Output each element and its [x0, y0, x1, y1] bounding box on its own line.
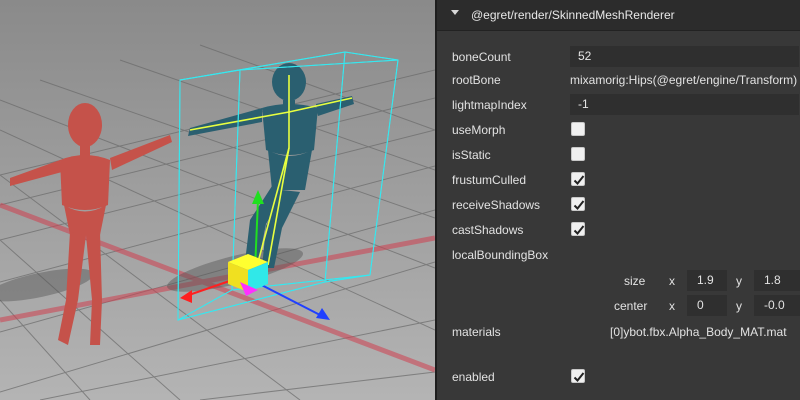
frustumculled-label: frustumCulled — [452, 173, 527, 187]
checkmark-icon — [573, 200, 585, 210]
receiveshadows-label: receiveShadows — [452, 198, 541, 212]
prop-localboundingbox: localBoundingBox — [437, 243, 800, 267]
prop-receiveshadows: receiveShadows — [437, 193, 800, 217]
triangle-down-icon[interactable] — [451, 10, 459, 15]
usemorph-checkbox[interactable] — [571, 122, 585, 136]
bbox-center-x-label: x — [669, 299, 675, 313]
materials-label: materials — [452, 325, 501, 339]
bbox-center-row: center x 0 y -0.0 — [437, 294, 800, 318]
bonecount-label: boneCount — [452, 50, 511, 64]
scene-render — [0, 0, 435, 400]
scene-viewport[interactable] — [0, 0, 435, 400]
prop-usemorph: useMorph — [437, 118, 800, 142]
inspector-panel: @egret/render/SkinnedMeshRenderer boneCo… — [437, 0, 800, 400]
component-title: @egret/render/SkinnedMeshRenderer — [471, 8, 675, 22]
prop-castshadows: castShadows — [437, 218, 800, 242]
bbox-size-y-label: y — [736, 274, 742, 288]
bbox-size-x-field[interactable]: 1.9 — [687, 270, 727, 291]
rootbone-label: rootBone — [452, 73, 501, 87]
usemorph-label: useMorph — [452, 123, 506, 137]
prop-frustumculled: frustumCulled — [437, 168, 800, 192]
rootbone-value[interactable]: mixamorig:Hips(@egret/engine/Transform) — [570, 73, 800, 87]
checkmark-icon — [573, 175, 585, 185]
materials-value[interactable]: [0]ybot.fbx.Alpha_Body_MAT.mat — [610, 325, 800, 339]
enabled-checkbox[interactable] — [571, 369, 585, 383]
checkmark-icon — [573, 225, 585, 235]
bbox-center-y-field[interactable]: -0.0 — [754, 295, 800, 316]
checkmark-icon — [573, 372, 585, 382]
bbox-size-row: size x 1.9 y 1.8 — [437, 269, 800, 293]
receiveshadows-checkbox[interactable] — [571, 197, 585, 211]
component-header[interactable]: @egret/render/SkinnedMeshRenderer — [437, 0, 800, 31]
bbox-size-label: size — [624, 274, 646, 288]
bbox-center-x-field[interactable]: 0 — [687, 295, 727, 316]
prop-rootbone: rootBone mixamorig:Hips(@egret/engine/Tr… — [437, 68, 800, 92]
bbox-size-y-field[interactable]: 1.8 — [754, 270, 800, 291]
localboundingbox-label: localBoundingBox — [452, 248, 549, 262]
castshadows-checkbox[interactable] — [571, 222, 585, 236]
lightmapindex-label: lightmapIndex — [452, 98, 527, 112]
prop-isstatic: isStatic — [437, 143, 800, 167]
prop-enabled: enabled — [437, 365, 800, 389]
bbox-center-y-label: y — [736, 299, 742, 313]
bbox-size-x-label: x — [669, 274, 675, 288]
bonecount-field[interactable]: 52 — [570, 46, 799, 67]
enabled-label: enabled — [452, 370, 495, 384]
prop-bonecount: boneCount 52 — [437, 45, 800, 69]
prop-lightmapindex: lightmapIndex -1 — [437, 93, 800, 117]
isstatic-label: isStatic — [452, 148, 491, 162]
prop-materials: materials [0]ybot.fbx.Alpha_Body_MAT.mat — [437, 320, 800, 344]
isstatic-checkbox[interactable] — [571, 147, 585, 161]
bbox-center-label: center — [614, 299, 648, 313]
lightmapindex-field[interactable]: -1 — [570, 94, 799, 115]
frustumculled-checkbox[interactable] — [571, 172, 585, 186]
castshadows-label: castShadows — [452, 223, 524, 237]
